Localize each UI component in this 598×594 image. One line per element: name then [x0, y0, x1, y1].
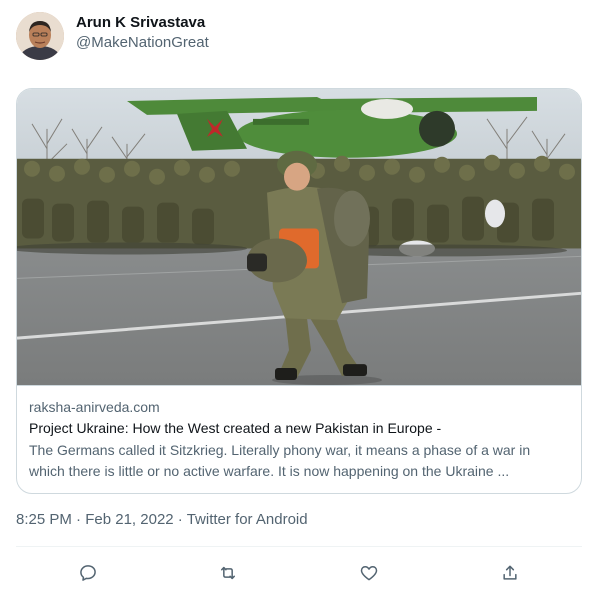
card-image[interactable]: [17, 89, 581, 386]
card-title: Project Ukraine: How the West created a …: [29, 420, 442, 436]
reply-icon: [80, 565, 96, 581]
card-description: The Germans called it Sitzkrieg. Literal…: [29, 442, 531, 479]
share-button[interactable]: [493, 556, 527, 590]
tweet-date[interactable]: Feb 21, 2022: [85, 511, 173, 528]
card-body: raksha-anirveda.com Project Ukraine: How…: [17, 386, 581, 482]
tweet-actions: [0, 556, 598, 588]
tweet-header: Arun K Srivastava @MakeNationGreat: [16, 12, 209, 60]
retweet-icon: [221, 566, 235, 580]
user-names: Arun K Srivastava @MakeNationGreat: [76, 13, 209, 53]
user-handle[interactable]: @MakeNationGreat: [76, 33, 209, 53]
actions-divider: [16, 546, 582, 547]
link-card[interactable]: raksha-anirveda.com Project Ukraine: How…: [16, 88, 582, 494]
share-icon: [503, 565, 517, 580]
tweet-meta: 8:25 PM · Feb 21, 2022 · Twitter for And…: [16, 510, 308, 530]
like-button[interactable]: [352, 556, 386, 590]
like-icon: [360, 566, 378, 581]
tweet-source[interactable]: Twitter for Android: [187, 511, 308, 528]
avatar[interactable]: [16, 12, 64, 60]
card-domain: raksha-anirveda.com: [29, 399, 160, 415]
meta-separator: ·: [177, 511, 183, 528]
reply-button[interactable]: [71, 556, 105, 590]
meta-separator: ·: [76, 511, 82, 528]
tweet-time[interactable]: 8:25 PM: [16, 511, 72, 528]
retweet-button[interactable]: [211, 556, 245, 590]
display-name[interactable]: Arun K Srivastava: [76, 13, 209, 33]
